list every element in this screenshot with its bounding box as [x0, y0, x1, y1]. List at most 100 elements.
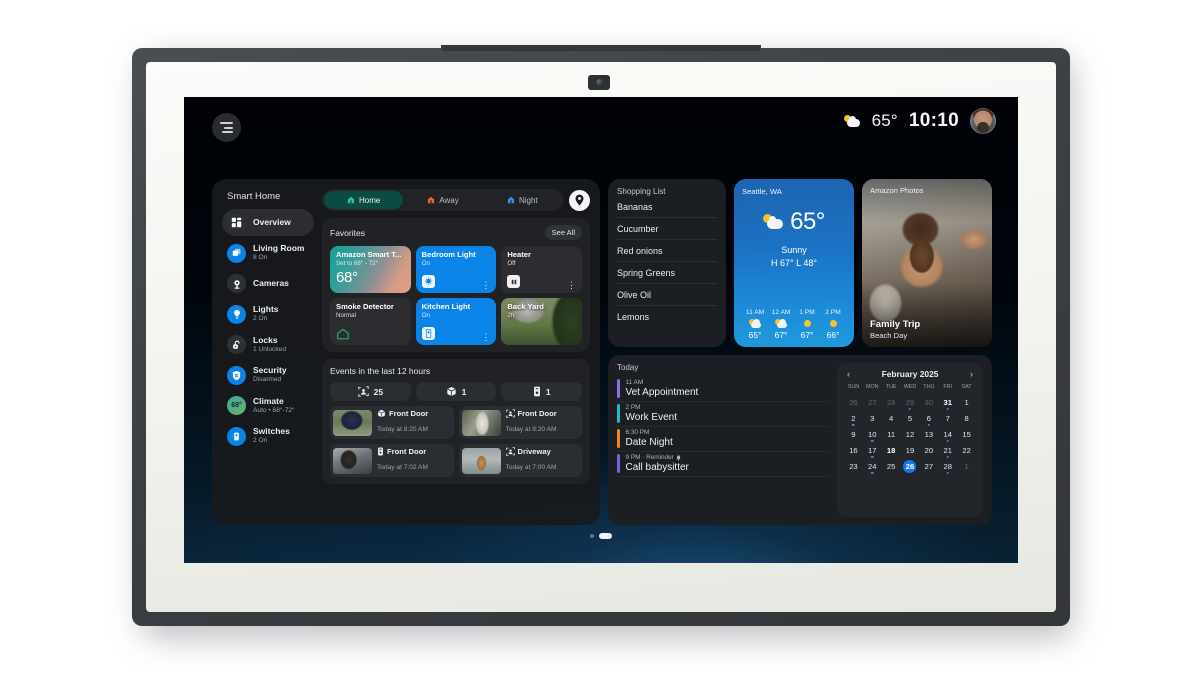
calendar-day[interactable]: 7	[938, 411, 957, 425]
agenda-event[interactable]: 9 PM · Reminder Call babysitter	[617, 452, 829, 477]
list-item[interactable]: Lemons	[617, 305, 717, 327]
calendar-day[interactable]: 27	[919, 459, 938, 473]
calendar-day[interactable]: 24	[863, 459, 882, 474]
calendar-day[interactable]: 17	[863, 443, 882, 458]
agenda-event[interactable]: 11 AM Vet Appointment	[617, 377, 829, 402]
amazon-photos-widget[interactable]: Amazon Photos Family Trip Beach Day	[862, 179, 992, 347]
calendar-day[interactable]: 10	[863, 427, 882, 442]
calendar-day[interactable]: 1	[957, 395, 976, 409]
list-item[interactable]: Spring Greens	[617, 261, 717, 283]
agenda-event[interactable]: 2 PM Work Event	[617, 402, 829, 427]
list-item[interactable]: Bananas	[617, 200, 717, 217]
calendar-event-dot	[946, 439, 949, 442]
list-item[interactable]: Red onions	[617, 239, 717, 261]
sidebar-item-security[interactable]: Security Disarmed	[222, 362, 314, 389]
calendar-day[interactable]: 25	[882, 459, 901, 473]
calendar-day[interactable]: 16	[844, 443, 863, 457]
event-thumbnail	[333, 409, 372, 436]
sidebar-item-living-room[interactable]: Living Room 8 On	[222, 240, 314, 267]
calendar-day[interactable]: 22	[957, 443, 976, 457]
heater-icon[interactable]	[507, 275, 521, 288]
calendar-day[interactable]: 8	[957, 411, 976, 425]
mode-night[interactable]: Night	[483, 191, 562, 209]
calendar-day[interactable]: 11	[882, 427, 901, 441]
calendar-day-selected[interactable]: 26	[901, 459, 920, 473]
weather-location: Seattle, WA	[742, 187, 782, 196]
sidebar-item-switches[interactable]: Switches 2 On	[222, 423, 314, 450]
list-item[interactable]: Olive Oil	[617, 283, 717, 305]
favorite-card-smoke-detector[interactable]: Smoke Detector Normal	[330, 298, 411, 345]
see-all-button[interactable]: See All	[544, 225, 582, 240]
event-item[interactable]: Front Door Today at 8:20 AM	[458, 406, 582, 439]
sidebar-item-climate[interactable]: 68° Climate Auto • 68°-72°	[222, 392, 314, 419]
favorite-card-thermostat[interactable]: Amazon Smart T... Set to 68° - 72° 68°	[330, 246, 411, 293]
switch-icon[interactable]	[421, 327, 435, 340]
calendar-day[interactable]: 4	[882, 411, 901, 425]
calendar-day[interactable]: 13	[919, 427, 938, 441]
calendar-day[interactable]: 31	[938, 395, 957, 410]
list-item[interactable]: Cucumber	[617, 217, 717, 239]
calendar-day[interactable]: 29	[901, 395, 920, 410]
calendar-day[interactable]: 2	[844, 411, 863, 426]
event-chip-package[interactable]: 1	[415, 382, 497, 401]
calendar-day[interactable]: 28	[938, 459, 957, 474]
agenda-event[interactable]: 6:30 PM Date Night	[617, 427, 829, 452]
calendar-day[interactable]: 14	[938, 427, 957, 442]
mode-home[interactable]: Home	[324, 191, 404, 209]
calendar-day[interactable]: 26	[844, 395, 863, 409]
calendar-day[interactable]: 19	[901, 443, 920, 457]
event-thumbnail	[461, 409, 501, 436]
weather-widget[interactable]: Seattle, WA 65° Sunny H 67° L 48° 11 AM …	[734, 179, 854, 347]
favorite-card-heater[interactable]: Heater Off ⋮	[501, 246, 582, 293]
calendar-day[interactable]: 6	[919, 411, 938, 426]
calendar-day[interactable]: 1	[957, 459, 976, 473]
calendar-day[interactable]: 15	[957, 427, 976, 441]
sidebar-item-overview[interactable]: Overview	[222, 209, 314, 236]
event-item[interactable]: Front Door Today at 8:20 AM	[330, 406, 454, 439]
calendar-day[interactable]: 21	[938, 443, 957, 458]
favorite-card-kitchen-light[interactable]: Kitchen Light On ⋮	[415, 298, 497, 345]
calendar-weekday: MON	[865, 384, 879, 390]
event-item[interactable]: Front Door Today at 7:02 AM	[330, 444, 454, 477]
weather-high-low: H 67° L 48°	[771, 258, 817, 268]
mode-away[interactable]: Away	[403, 191, 482, 209]
calendar-day[interactable]: 12	[901, 427, 920, 441]
favorite-overflow-menu[interactable]: ⋮	[567, 281, 576, 290]
hamburger-menu-icon[interactable]	[212, 113, 241, 142]
calendar-day-number: 19	[905, 445, 915, 455]
switch-icon	[227, 426, 246, 446]
weather-temperature: 65°	[790, 208, 825, 235]
calendar-day[interactable]: 27	[863, 395, 882, 409]
favorites-block: Favorites See All Amazon Smart T... Set …	[322, 218, 590, 352]
calendar-day[interactable]: 30	[919, 395, 938, 409]
page-dot-active[interactable]	[599, 533, 612, 539]
location-pin-button[interactable]	[569, 189, 590, 211]
shopping-list-widget[interactable]: Shopping List Bananas Cucumber Red onion…	[608, 179, 726, 347]
sidebar-item-lights[interactable]: Lights 2 On	[222, 301, 314, 328]
lightbulb-icon	[227, 304, 246, 324]
calendar-day[interactable]: 20	[919, 443, 938, 457]
sidebar-item-label: Lights	[253, 304, 279, 315]
calendar-day[interactable]: 3	[863, 411, 882, 425]
lightbulb-icon[interactable]	[421, 275, 435, 288]
calendar-day[interactable]: 28	[882, 395, 901, 409]
page-dot[interactable]	[590, 534, 594, 538]
calendar-day[interactable]: 18	[882, 443, 901, 457]
event-chip-person[interactable]: 25	[330, 382, 411, 401]
favorite-card-back-yard-camera[interactable]: Back Yard 2h	[501, 298, 582, 345]
avatar[interactable]	[970, 108, 996, 134]
sidebar-item-locks[interactable]: Locks 1 Unlocked	[222, 331, 314, 358]
sidebar-item-cameras[interactable]: Cameras	[222, 270, 314, 297]
calendar-day[interactable]: 5	[901, 411, 920, 425]
event-chip-doorbell[interactable]: 1	[501, 382, 583, 401]
event-item[interactable]: Driveway Today at 7:00 AM	[458, 444, 582, 477]
favorite-overflow-menu[interactable]: ⋮	[481, 281, 490, 290]
favorite-card-bedroom-light[interactable]: Bedroom Light On ⋮	[415, 246, 497, 293]
prev-month-button[interactable]: ‹	[844, 369, 853, 379]
calendar-day[interactable]: 9	[844, 427, 863, 441]
next-month-button[interactable]: ›	[967, 369, 976, 379]
status-bar: 65° 10:10	[184, 97, 1018, 149]
sidebar-item-sublabel: Disarmed	[253, 376, 282, 384]
calendar-day[interactable]: 23	[844, 459, 863, 473]
favorite-overflow-menu[interactable]: ⋮	[481, 333, 490, 342]
